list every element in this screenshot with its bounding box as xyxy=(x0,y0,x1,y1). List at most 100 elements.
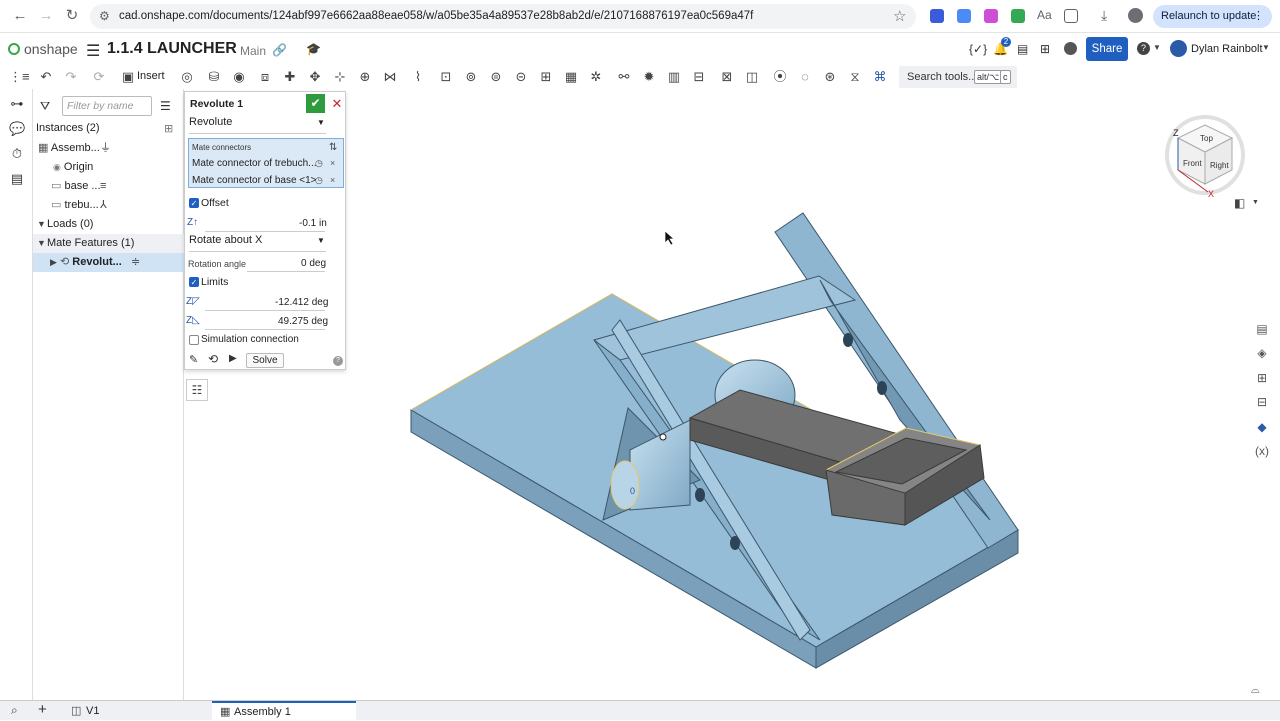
comments-icon[interactable]: 💬 xyxy=(9,121,25,137)
mate-connector-marker[interactable] xyxy=(659,433,667,441)
document-title[interactable]: 1.1.4 LAUNCHER xyxy=(107,40,237,58)
document-list-icon[interactable]: ▤ xyxy=(1017,42,1028,56)
search-icon[interactable]: ⌕ xyxy=(11,703,18,718)
simulation-checkbox[interactable] xyxy=(189,335,199,345)
section-icon[interactable]: ⊟ xyxy=(690,68,708,86)
remove-connector-icon[interactable]: × xyxy=(330,158,335,168)
link-icon[interactable]: 🔗 xyxy=(272,43,287,57)
extension-icon[interactable] xyxy=(930,9,944,23)
min-limit-value[interactable]: -12.412 deg xyxy=(275,297,328,308)
chevron-down-icon[interactable]: ▼ xyxy=(1153,43,1161,52)
learning-center-icon[interactable] xyxy=(1064,42,1077,55)
slider-mate-icon[interactable]: ⧈ xyxy=(256,68,274,86)
planar-mate-icon[interactable]: ✚ xyxy=(281,68,299,86)
help-icon[interactable]: ? xyxy=(1137,42,1150,55)
animate-icon[interactable]: ⦿ xyxy=(771,68,789,86)
search-tools-input[interactable]: Search tools... alt/⌥ c xyxy=(899,66,1017,88)
view-options-icon[interactable]: ◧ xyxy=(1234,196,1245,210)
tree-item-trebuchet[interactable]: ▭ trebu... ⅄ xyxy=(33,196,184,215)
offset-value[interactable]: -0.1 in xyxy=(299,218,327,229)
share-button[interactable]: Share xyxy=(1086,37,1128,61)
extension-icon[interactable] xyxy=(957,9,971,23)
profile-avatar[interactable] xyxy=(1128,8,1143,23)
accept-check-icon[interactable]: ✔ xyxy=(306,94,325,113)
tree-item-assembly[interactable]: ▦ Assemb... ⏚ xyxy=(33,139,184,158)
cancel-x-icon[interactable]: ✕ xyxy=(330,94,344,113)
instances-icon[interactable]: ⊶ xyxy=(9,96,25,112)
display-state-icon[interactable]: ◫ xyxy=(743,68,761,86)
refresh-icon[interactable]: ⟳ xyxy=(90,68,108,86)
reload-icon[interactable]: ↻ xyxy=(64,8,80,24)
pin-icon[interactable]: ✎ xyxy=(189,353,198,366)
flip-icon[interactable]: ⇅ xyxy=(329,142,337,153)
configurations-icon[interactable]: ⊟ xyxy=(1253,393,1271,411)
tree-item-base[interactable]: ▭ base ... ≡ xyxy=(33,177,184,196)
screw-relation-icon[interactable]: ⊞ xyxy=(537,68,555,86)
download-icon[interactable]: ⤓ xyxy=(1101,7,1107,24)
motion-study-icon[interactable]: ⌘ xyxy=(871,68,889,86)
pattern-icon[interactable]: ⊛ xyxy=(821,68,839,86)
hole-icon[interactable]: ◌ xyxy=(796,68,814,86)
rotation-angle-value[interactable]: 0 deg xyxy=(301,258,326,269)
extension-icon[interactable] xyxy=(1011,9,1025,23)
limits-checkbox[interactable]: ✓ xyxy=(189,277,199,287)
feature-list-icon[interactable]: ⋮≡ xyxy=(9,68,30,86)
properties-icon[interactable]: ▤ xyxy=(1253,320,1271,338)
variables-icon[interactable]: (x) xyxy=(1253,442,1271,460)
extension-icon[interactable] xyxy=(984,9,998,23)
extensions-puzzle-icon[interactable] xyxy=(1064,9,1078,23)
loads-icon[interactable]: ▥ xyxy=(665,68,683,86)
instances-header[interactable]: Instances (2) xyxy=(33,119,184,138)
feature-list-toggle-icon[interactable]: ☷ xyxy=(186,379,208,401)
named-position-icon[interactable]: ⊠ xyxy=(718,68,736,86)
play-icon[interactable]: ▶ xyxy=(229,353,237,364)
chevron-down-icon[interactable]: ▼ xyxy=(1252,199,1259,206)
menu-icon[interactable]: ☰ xyxy=(86,41,100,61)
fastened-mate-icon[interactable]: ⛁ xyxy=(205,68,223,86)
loads-folder[interactable]: ▼Loads (0) xyxy=(33,215,184,234)
back-icon[interactable]: ← xyxy=(12,8,28,24)
max-limit-value[interactable]: 49.275 deg xyxy=(278,316,328,327)
pin-slot-mate-icon[interactable]: ⊹ xyxy=(331,68,349,86)
simulation-icon[interactable]: ✹ xyxy=(640,68,658,86)
user-avatar[interactable] xyxy=(1170,40,1187,57)
appearance-icon[interactable]: ◈ xyxy=(1253,344,1271,362)
linear-relation-icon[interactable]: ▦ xyxy=(562,68,580,86)
version-label[interactable]: V1 xyxy=(86,705,99,717)
graphics-viewport[interactable]: 0 xyxy=(184,89,1280,700)
rack-pinion-icon[interactable]: ⊝ xyxy=(512,68,530,86)
axle-end[interactable] xyxy=(610,460,640,510)
ball-mate-icon[interactable]: ⊕ xyxy=(356,68,374,86)
connector-settings-icon[interactable]: ◷ xyxy=(315,158,323,169)
revolute-mate-icon[interactable]: ◉ xyxy=(230,68,248,86)
tangent-mate-icon[interactable]: ⌇ xyxy=(409,68,427,86)
graphics-settings-icon[interactable]: ⌓ xyxy=(1251,684,1260,697)
site-info-icon[interactable]: ⚙ xyxy=(99,9,110,23)
rotate-axis-select[interactable]: Rotate about X ▼ xyxy=(189,234,326,252)
redo-icon[interactable]: ↷ xyxy=(62,68,80,86)
filter-icon[interactable]: ⛛ xyxy=(40,99,50,114)
insert-icon[interactable]: ▣ xyxy=(119,68,137,86)
learning-cap-icon[interactable]: 🎓 xyxy=(306,42,321,56)
cylindrical-mate-icon[interactable]: ✥ xyxy=(306,68,324,86)
mate-list-icon[interactable]: ⊞ xyxy=(1253,369,1271,387)
mate-connector-2[interactable]: Mate connector of base <1> xyxy=(192,175,317,186)
replicate-icon[interactable]: ◎ xyxy=(178,68,196,86)
group-icon[interactable]: ⊡ xyxy=(437,68,455,86)
help-icon[interactable]: ? xyxy=(333,356,343,366)
app-store-icon[interactable]: ⊞ xyxy=(1040,42,1050,56)
forward-icon[interactable]: → xyxy=(38,8,54,24)
z-axis-icon[interactable]: Z↑ xyxy=(187,217,198,228)
reader-icon[interactable]: Aa xyxy=(1037,8,1052,22)
mate-type-select[interactable]: Revolute ▼ xyxy=(189,116,326,134)
add-tab-icon[interactable]: + xyxy=(38,701,47,718)
address-bar[interactable]: ⚙ cad.onshape.com/documents/124abf997e66… xyxy=(90,4,916,29)
version-icon[interactable]: ◫ xyxy=(71,704,81,717)
mirror-icon[interactable]: ⧖ xyxy=(846,68,864,86)
bookmark-star-icon[interactable]: ☆ xyxy=(893,7,906,25)
user-name[interactable]: Dylan Rainbolt xyxy=(1191,43,1263,55)
connector-settings-icon[interactable]: ◷ xyxy=(315,175,323,186)
animate-icon[interactable]: ⟲ xyxy=(208,352,218,366)
list-view-icon[interactable]: ☰ xyxy=(160,99,171,113)
bom-icon[interactable]: ▤ xyxy=(9,171,25,187)
